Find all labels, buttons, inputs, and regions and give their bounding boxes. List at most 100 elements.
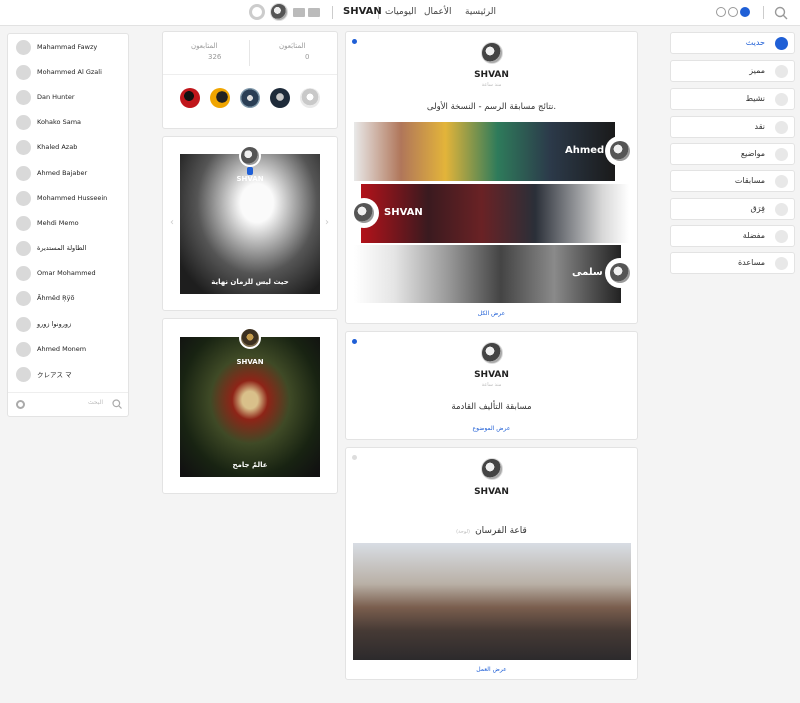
author-avatar[interactable] <box>481 42 503 64</box>
artist-avatar[interactable] <box>239 145 261 167</box>
post-author[interactable]: SHVAN <box>346 370 637 380</box>
chat-icon[interactable] <box>308 8 320 17</box>
user-name: زورونوا زورو <box>37 320 72 328</box>
winner-banner[interactable]: SHVAN <box>361 184 629 243</box>
author-avatar[interactable] <box>481 458 503 480</box>
category-featured[interactable]: مميز <box>670 60 795 82</box>
avatar <box>16 265 31 281</box>
category-topics[interactable]: مواضيع <box>670 143 795 165</box>
author-avatar[interactable] <box>481 342 503 364</box>
follower-avatar[interactable] <box>300 88 320 108</box>
user-name: Mohammed Husseein <box>37 194 108 202</box>
winner-banner[interactable]: Ahmed <box>354 122 615 181</box>
list-item[interactable]: Omar Mohammed <box>16 265 96 281</box>
trophy-icon <box>775 175 788 188</box>
nav-journals[interactable]: اليوميات <box>385 7 416 17</box>
user-name: Mahammad Fawzy <box>37 43 98 51</box>
category-help[interactable]: مساعدة <box>670 252 795 274</box>
view-topic-link[interactable]: عرض الموضوع <box>346 425 637 432</box>
post-title[interactable]: مسابقة التأليف القادمة <box>346 402 637 412</box>
list-item[interactable]: クレアス マ <box>16 366 72 382</box>
chevron-left-icon[interactable]: ‹ <box>170 217 174 228</box>
list-item[interactable]: Ahmed Monem <box>16 341 86 357</box>
category-label: نشيط <box>745 94 765 103</box>
avatar <box>16 366 31 382</box>
divider <box>332 6 333 19</box>
post-title[interactable]: نتائج مسابقة الرسم - النسخة الأولى. <box>346 102 637 112</box>
user-name: Kohako Sama <box>37 118 82 126</box>
star-icon <box>775 65 788 78</box>
category-label: حديث <box>745 38 765 47</box>
help-icon <box>775 257 788 270</box>
gear-icon[interactable] <box>16 400 25 409</box>
list-item[interactable]: Dan Hunter <box>16 89 75 105</box>
view-all-link[interactable]: عرض الكل <box>346 310 637 317</box>
artwork-thumbnail[interactable]: SHVAN حيث ليس للزمان نهاية <box>180 154 320 294</box>
category-critique[interactable]: نقد <box>670 116 795 138</box>
search-icon[interactable] <box>112 399 122 409</box>
winner-avatar[interactable] <box>349 198 379 228</box>
artist-name: SHVAN <box>236 358 264 366</box>
list-item[interactable]: Kohako Sama <box>16 114 81 130</box>
list-item[interactable]: الطاولة المستديرة <box>16 240 86 256</box>
list-item[interactable]: زورونوا زورو <box>16 316 71 332</box>
username-link[interactable]: SHVAN <box>343 6 382 17</box>
view-work-link[interactable]: عرض العمل <box>346 666 637 673</box>
gallery-card: SHVAN حيث ليس للزمان نهاية ‹ › <box>162 136 338 311</box>
follower-avatar[interactable] <box>270 88 290 108</box>
avatar <box>16 139 31 155</box>
list-item[interactable]: Mohammed Al Gzali <box>16 64 102 80</box>
users-list: Mahammad Fawzy Mohammed Al Gzali Dan Hun… <box>7 33 129 417</box>
category-label: مسابقات <box>734 176 765 185</box>
post-author[interactable]: SHVAN <box>346 70 637 80</box>
nav-home[interactable]: الرئيسية <box>465 7 496 17</box>
user-name: Omar Mohammed <box>37 269 96 277</box>
follower-avatar[interactable] <box>180 88 200 108</box>
divider <box>763 6 764 19</box>
winner-avatar[interactable] <box>605 258 635 288</box>
follower-avatar[interactable] <box>240 88 260 108</box>
chevron-right-icon[interactable]: › <box>325 217 329 228</box>
user-icon[interactable] <box>728 7 738 17</box>
avatar <box>16 89 31 105</box>
category-recent[interactable]: حديث <box>670 32 795 54</box>
follower-avatar[interactable] <box>210 88 230 108</box>
nav-works[interactable]: الأعمال <box>424 7 452 17</box>
category-label: نقد <box>754 122 765 131</box>
divider <box>249 40 250 66</box>
list-item[interactable]: Ahmed Bajaber <box>16 165 87 181</box>
category-active[interactable]: نشيط <box>670 88 795 110</box>
globe-icon[interactable] <box>716 7 726 17</box>
artwork-thumbnail[interactable]: SHVAN عالمٌ جامح <box>180 337 320 477</box>
user-name: Ahmed Bajaber <box>37 169 88 177</box>
group-icon <box>775 203 788 216</box>
winner-avatar[interactable] <box>605 136 635 166</box>
list-item[interactable]: Mohammed Husseein <box>16 190 107 206</box>
avatar <box>16 341 31 357</box>
winner-banner[interactable]: سلمى <box>354 245 621 303</box>
users-search-input[interactable]: البحث <box>88 399 103 406</box>
avatar <box>16 316 31 332</box>
search-icon[interactable] <box>774 6 788 20</box>
winner-name: سلمى <box>572 267 603 278</box>
list-item[interactable]: Mehdi Memo <box>16 215 79 231</box>
artist-avatar[interactable] <box>239 327 261 349</box>
artist-name: SHVAN <box>236 175 264 183</box>
notification-icons[interactable] <box>716 7 750 17</box>
profile-avatar[interactable] <box>270 3 288 21</box>
category-contests[interactable]: مسابقات <box>670 170 795 192</box>
avatar <box>16 290 31 306</box>
post-author[interactable]: SHVAN <box>346 487 637 497</box>
unread-indicator <box>352 339 357 344</box>
messages-icon[interactable] <box>293 8 305 17</box>
post-card: SHVAN منذ ساعة نتائج مسابقة الرسم - النس… <box>345 31 638 324</box>
settings-icon[interactable] <box>249 4 265 20</box>
artwork-image[interactable] <box>353 543 631 660</box>
list-item[interactable]: Khaled Azab <box>16 139 77 155</box>
list-item[interactable]: Mahammad Fawzy <box>16 39 97 55</box>
category-teams[interactable]: فِرَق <box>670 198 795 220</box>
list-item[interactable]: Ăhmëd Ŗÿõ <box>16 290 74 306</box>
category-favorites[interactable]: مفضلة <box>670 225 795 247</box>
facebook-icon[interactable] <box>740 7 750 17</box>
post-title[interactable]: قاعة الفرسان <box>475 526 527 536</box>
